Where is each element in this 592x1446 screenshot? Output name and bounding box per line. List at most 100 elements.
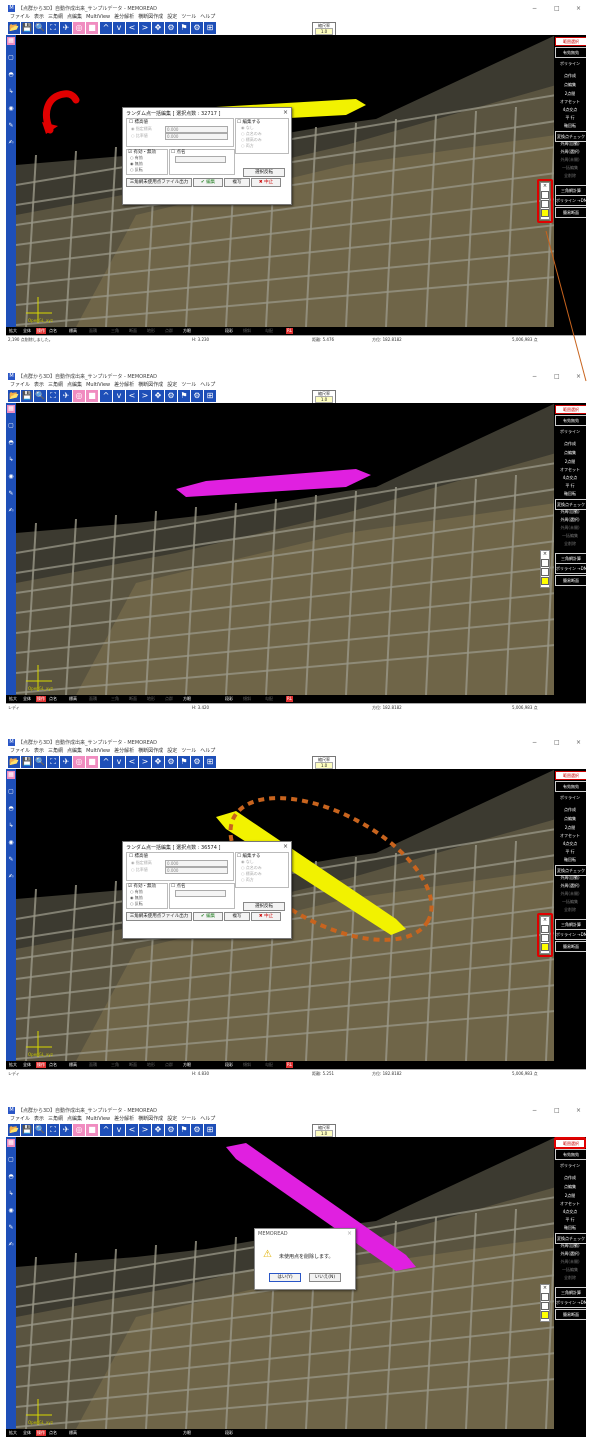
menu-item[interactable]: ファイル [10,1115,30,1123]
right-panel-item[interactable]: 全削除 [555,171,585,180]
bottom-button[interactable]: 標高 [68,696,78,702]
bottom-button[interactable]: 面積 [88,328,98,334]
edit-button[interactable]: ✔ 編集 [193,912,223,921]
menu-item[interactable]: 差分解析 [114,1115,134,1123]
rect-select-icon[interactable] [541,559,549,567]
edit-both-radio[interactable]: ○ 両方 [241,877,254,883]
bottom-button[interactable]: 地形 [146,1062,156,1068]
right-arrow-icon[interactable]: > [139,390,151,402]
open-file-icon[interactable]: 📂 [8,756,20,768]
bottom-button[interactable]: 点群 [164,1062,174,1068]
menu-item[interactable]: 点編集 [67,747,82,755]
save-icon[interactable]: 💾 [21,1124,33,1136]
down-arrow-icon[interactable]: v [113,1124,125,1136]
right-arrow-icon[interactable]: > [139,756,151,768]
open-file-icon[interactable]: 📂 [8,390,20,402]
bottom-button[interactable]: 勾配 [264,328,274,334]
invert-radio[interactable]: ○ 反転 [130,901,143,907]
scale-box[interactable]: 縮尺率 1.0 [312,1124,336,1138]
bottom-button[interactable]: 点群 [164,328,174,334]
right-panel-item[interactable]: 簡易断面 [555,575,586,586]
bottom-button[interactable]: 段彩 [224,696,234,702]
maximize-button[interactable]: □ [554,739,560,746]
bottom-button[interactable]: RL [286,1062,294,1068]
bottom-button[interactable]: 方眼 [182,328,192,334]
right-panel-item[interactable]: 点編集 [555,1182,585,1191]
draw-tool-icon[interactable]: ✎ [7,490,15,498]
bottom-button[interactable]: 傾斜 [242,696,252,702]
menu-item[interactable]: 点編集 [67,13,82,21]
menu-item[interactable]: 点編集 [67,1115,82,1123]
polyline-tool-icon[interactable]: ↳ [7,456,15,464]
pin-icon[interactable]: ✈ [60,1124,72,1136]
menu-item[interactable]: 設定 [167,13,177,21]
up-arrow-icon[interactable]: ^ [100,22,112,34]
menu-item[interactable]: ツール [181,381,196,389]
rect-tool-icon[interactable]: ▢ [7,54,15,62]
elevation-checkbox[interactable]: ☐ 標高値 [129,853,148,859]
lasso-select-icon[interactable] [541,577,549,585]
right-panel-item[interactable]: 点作成 [555,439,585,448]
bottom-button[interactable]: 段彩 [224,1430,234,1436]
scale-box[interactable]: 縮尺率 1.0 [312,756,336,770]
bottom-button[interactable]: 傾斜 [242,1062,252,1068]
dialog-close-icon[interactable]: × [283,109,288,116]
no-button[interactable]: いいえ(N) [309,1273,341,1282]
fit-view-icon[interactable]: ⛶ [47,756,59,768]
select-invert-button[interactable]: 選択反転 [243,168,285,177]
right-panel-item[interactable]: 点編集 [555,814,585,823]
bottom-button[interactable]: 拡大 [8,1430,18,1436]
gear-icon[interactable]: ⚙ [191,756,203,768]
polyline-tool-icon[interactable]: ↳ [7,1190,15,1198]
region-tool-icon[interactable]: ◓ [7,439,15,447]
blue-mode-icon[interactable]: ■ [86,22,98,34]
eye-icon[interactable]: ◉ [7,1207,15,1215]
bottom-button[interactable]: 三角 [110,328,120,334]
edit-tool-icon[interactable]: ✍ [7,507,15,515]
right-panel-item[interactable]: ポリライン [555,59,585,68]
rect-tool-icon[interactable]: ▢ [7,788,15,796]
menu-item[interactable]: 横断図作成 [138,747,163,755]
bottom-button[interactable]: 点群 [164,696,174,702]
cancel-button[interactable]: ✖ 中止 [251,912,281,921]
zoom-icon[interactable]: 🔍 [34,756,46,768]
bottom-button[interactable]: 面積 [88,696,98,702]
menu-item[interactable]: 三角網 [48,1115,63,1123]
minimize-button[interactable]: − [532,373,537,380]
bottom-button[interactable]: 標高 [68,1062,78,1068]
menu-item[interactable]: ヘルプ [200,13,215,21]
bottom-button[interactable]: 全体 [22,328,32,334]
bottom-button[interactable]: 断面 [128,328,138,334]
ratio-radio[interactable]: ○ 比率値 [131,133,148,139]
right-panel-item[interactable]: ポリライン [555,427,585,436]
right-panel-item[interactable]: ポリライン →DM変換 [555,1297,586,1308]
name-input[interactable] [175,890,226,897]
left-arrow-icon[interactable]: < [126,22,138,34]
eye-icon[interactable]: ◉ [7,473,15,481]
fit-view-icon[interactable]: ⛶ [47,22,59,34]
down-arrow-icon[interactable]: v [113,756,125,768]
right-panel-item[interactable]: 点作成 [555,71,585,80]
polyline-tool-icon[interactable]: ↳ [7,822,15,830]
right-panel-item[interactable]: 点作成 [555,1173,585,1182]
menu-item[interactable]: 差分解析 [114,13,134,21]
scale-box[interactable]: 縮尺率 1.0 [312,22,336,36]
bottom-button[interactable]: RL [286,328,294,334]
up-arrow-icon[interactable]: ^ [100,1124,112,1136]
menu-item[interactable]: ツール [181,747,196,755]
bottom-button[interactable]: 方眼 [182,696,192,702]
zoom-icon[interactable]: 🔍 [34,22,46,34]
edit-both-radio[interactable]: ○ 両方 [241,143,254,149]
export-icon[interactable]: ⊞ [204,1124,216,1136]
menu-item[interactable]: 三角網 [48,13,63,21]
ratio-radio[interactable]: ○ 比率値 [131,867,148,873]
bottom-button[interactable]: 地形 [146,696,156,702]
pink-mode-icon[interactable]: ◎ [73,22,85,34]
bottom-button[interactable]: 操作 [36,696,46,702]
menu-item[interactable]: 設定 [167,1115,177,1123]
rect-tool-icon[interactable]: ▢ [7,1156,15,1164]
right-panel-item[interactable]: 軸回転 [555,121,585,130]
open-file-icon[interactable]: 📂 [8,22,20,34]
palette-close-icon[interactable]: × [541,1285,549,1292]
settings-icon[interactable]: ⚙ [165,22,177,34]
